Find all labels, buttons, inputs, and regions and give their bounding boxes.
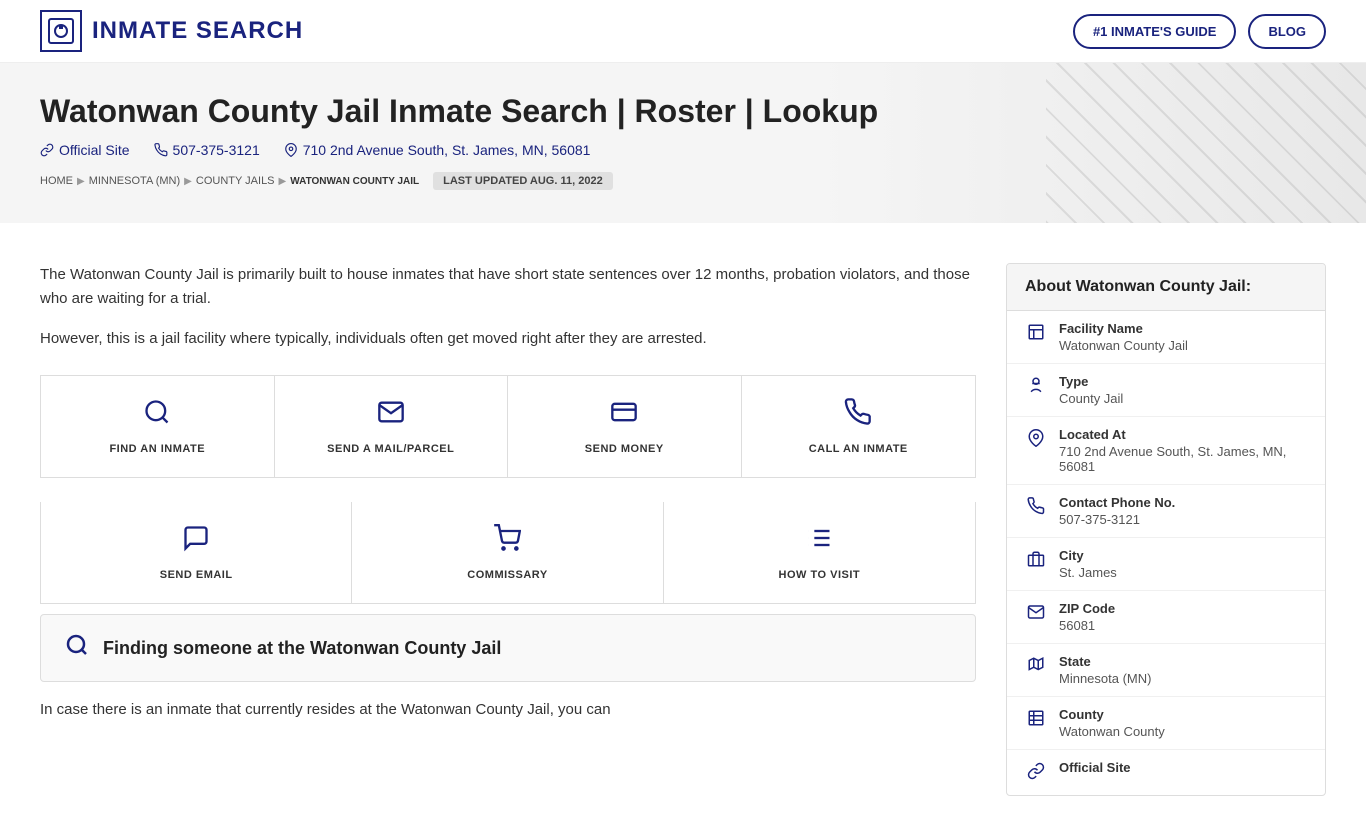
sidebar-card: About Watonwan County Jail: Facility Nam… [1006,263,1326,796]
address-meta: 710 2nd Avenue South, St. James, MN, 560… [284,142,591,158]
money-icon [610,398,638,433]
phone-icon [844,398,872,433]
action-how-to-visit-label: HOW TO VISIT [779,569,861,581]
action-how-to-visit[interactable]: HOW TO VISIT [664,502,975,603]
zip-label: ZIP Code [1059,601,1115,616]
action-send-money-label: SEND MONEY [585,443,664,455]
description-para2: However, this is a jail facility where t… [40,327,976,351]
phone-link[interactable]: 507-375-3121 [154,142,260,158]
facility-name-value: Watonwan County Jail [1059,338,1188,353]
sidebar-official-site[interactable]: Official Site [1007,750,1325,795]
logo-title: INMATE SEARCH [92,17,303,45]
action-commissary[interactable]: COMMISSARY [352,502,663,603]
located-at-label: Located At [1059,427,1307,442]
action-call-inmate[interactable]: CALL AN INMATE [742,376,976,477]
action-find-inmate[interactable]: FIND AN INMATE [41,376,275,477]
find-heading: Finding someone at the Watonwan County J… [103,638,501,659]
type-label: Type [1059,374,1123,389]
hero-bg [1046,63,1366,223]
breadcrumb-current: WATONWAN COUNTY JAIL [290,176,419,187]
action-find-inmate-label: FIND AN INMATE [109,443,205,455]
right-sidebar: About Watonwan County Jail: Facility Nam… [1006,263,1326,796]
sidebar-county: County Watonwan County [1007,697,1325,750]
action-call-inmate-label: CALL AN INMATE [809,443,908,455]
action-send-mail-label: SEND A MAIL/PARCEL [327,443,454,455]
find-search-icon [65,633,89,663]
phone-value: 507-375-3121 [1059,512,1175,527]
mail-icon [377,398,405,433]
sidebar-city: City St. James [1007,538,1325,591]
sidebar-state: State Minnesota (MN) [1007,644,1325,697]
description-para1: The Watonwan County Jail is primarily bu… [40,263,976,311]
hero-section: Watonwan County Jail Inmate Search | Ros… [0,63,1366,223]
action-send-email[interactable]: SEND EMAIL [41,502,352,603]
sidebar-facility-name: Facility Name Watonwan County Jail [1007,311,1325,364]
action-send-mail[interactable]: SEND A MAIL/PARCEL [275,376,509,477]
zip-icon [1025,603,1047,626]
logo-area: INMATE SEARCH [40,10,303,52]
state-icon [1025,656,1047,679]
city-label: City [1059,548,1117,563]
phone-label: Contact Phone No. [1059,495,1175,510]
sidebar-zip: ZIP Code 56081 [1007,591,1325,644]
last-updated-badge: LAST UPDATED AUG. 11, 2022 [433,172,613,190]
county-value: Watonwan County [1059,724,1165,739]
find-section: Finding someone at the Watonwan County J… [40,614,976,682]
city-value: St. James [1059,565,1117,580]
action-send-money[interactable]: SEND MONEY [508,376,742,477]
sidebar-card-title: About Watonwan County Jail: [1007,264,1325,311]
county-label: County [1059,707,1165,722]
type-icon [1025,376,1047,399]
visit-icon [805,524,833,559]
email-icon [182,524,210,559]
description-section: The Watonwan County Jail is primarily bu… [40,263,976,351]
located-at-value: 710 2nd Avenue South, St. James, MN, 560… [1059,444,1307,474]
action-grid-top: FIND AN INMATE SEND A MAIL/PARCEL SEND M… [40,375,976,478]
building-icon [1025,323,1047,346]
breadcrumb-state[interactable]: MINNESOTA (MN) [89,175,180,187]
action-send-email-label: SEND EMAIL [160,569,233,581]
header: INMATE SEARCH #1 INMATE'S GUIDE BLOG [0,0,1366,63]
find-description: In case there is an inmate that currentl… [40,698,976,722]
breadcrumb-home[interactable]: HOME [40,175,73,187]
blog-button[interactable]: BLOG [1248,14,1326,49]
location-icon [1025,429,1047,452]
action-commissary-label: COMMISSARY [467,569,547,581]
type-value: County Jail [1059,391,1123,406]
header-nav: #1 INMATE'S GUIDE BLOG [1073,14,1326,49]
county-icon [1025,709,1047,732]
sidebar-phone: Contact Phone No. 507-375-3121 [1007,485,1325,538]
main-content: The Watonwan County Jail is primarily bu… [0,223,1366,836]
zip-value: 56081 [1059,618,1115,633]
breadcrumb-category[interactable]: COUNTY JAILS [196,175,275,187]
action-grid-bottom: SEND EMAIL COMMISSARY HOW TO VISIT [40,502,976,604]
official-site-link[interactable]: Official Site [40,142,130,158]
city-icon [1025,550,1047,573]
sidebar-type: Type County Jail [1007,364,1325,417]
state-value: Minnesota (MN) [1059,671,1151,686]
facility-name-label: Facility Name [1059,321,1188,336]
sidebar-located-at: Located At 710 2nd Avenue South, St. Jam… [1007,417,1325,485]
left-column: The Watonwan County Jail is primarily bu… [40,263,976,722]
cart-icon [493,524,521,559]
logo-icon [40,10,82,52]
contact-phone-icon [1025,497,1047,520]
search-icon [143,398,171,433]
official-site-icon [1025,762,1047,785]
guide-button[interactable]: #1 INMATE'S GUIDE [1073,14,1236,49]
state-label: State [1059,654,1151,669]
